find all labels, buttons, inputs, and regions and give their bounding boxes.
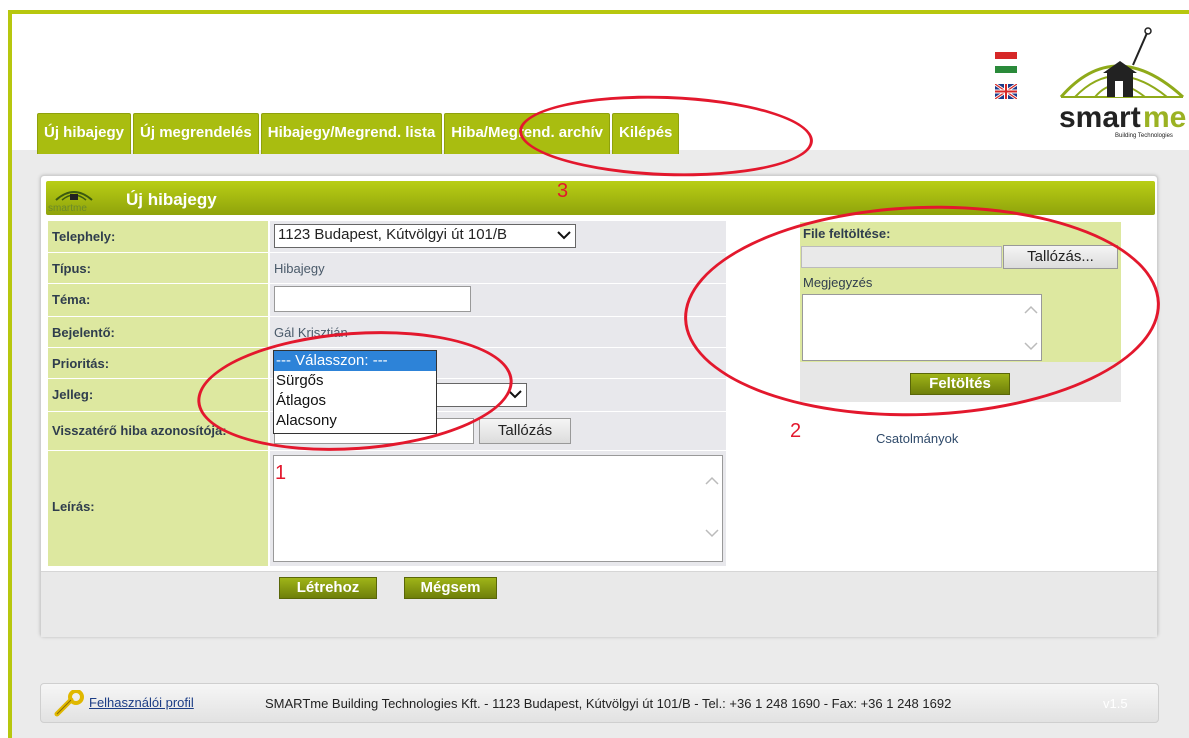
file-row: Tallózás... — [800, 244, 1121, 270]
svg-text:Building Technologies: Building Technologies — [1115, 133, 1173, 139]
attachments-link[interactable]: Csatolmányok — [876, 431, 958, 446]
visszatero-browse-button[interactable]: Tallózás — [479, 418, 571, 444]
upload-label: File feltöltése: — [800, 222, 1121, 244]
create-button[interactable]: Létrehoz — [279, 577, 377, 599]
footer: Felhasználói profil SMARTme Building Tec… — [40, 683, 1159, 723]
cancel-button[interactable]: Mégsem — [404, 577, 497, 599]
annotation-number-3: 3 — [557, 180, 569, 202]
annotation-number-1: 1 — [275, 462, 287, 484]
version-label: v1.5 — [1103, 696, 1128, 711]
telephely-select[interactable]: 1123 Budapest, Kútvölgyi út 101/B — [274, 224, 576, 248]
tema-cell — [270, 284, 726, 316]
jelleg-label: Jelleg: — [48, 379, 268, 411]
tab-ticket-list[interactable]: Hibajegy/Megrend. lista — [260, 113, 443, 154]
telephely-select-value: 1123 Budapest, Kútvölgyi út 101/B — [278, 226, 508, 243]
note-textarea[interactable] — [802, 294, 1042, 361]
row-bejelento: Bejelentő: Gál Krisztián — [48, 317, 726, 347]
prioritas-dropdown[interactable]: --- Válasszon: --- Sürgős Átlagos Alacso… — [273, 350, 437, 434]
smartme-logo: smart me Building Technologies — [1059, 27, 1186, 139]
tipus-label: Típus: — [48, 253, 268, 283]
annotation-number-2: 2 — [790, 420, 802, 442]
svg-text:me: me — [1143, 101, 1186, 134]
panel-bottom-bar — [41, 571, 1157, 637]
tipus-cell: Hibajegy — [270, 253, 726, 283]
priority-option-placeholder[interactable]: --- Válasszon: --- — [274, 351, 436, 371]
bejelento-value: Gál Krisztián — [274, 325, 348, 340]
tab-archive[interactable]: Hiba/Megrend. archív — [444, 113, 611, 154]
panel-title: Új hibajegy — [126, 190, 217, 209]
chevron-down-icon — [508, 385, 522, 407]
file-browse-button[interactable]: Tallózás... — [1003, 245, 1118, 269]
leiras-label: Leírás: — [48, 451, 268, 566]
svg-text:smart: smart — [1059, 101, 1141, 134]
wrench-icon — [54, 690, 84, 717]
priority-option-normal[interactable]: Átlagos — [274, 391, 436, 411]
note-area: Megjegyzés — [800, 270, 1121, 362]
file-path-input[interactable] — [801, 246, 1002, 268]
prioritas-label: Prioritás: — [48, 348, 268, 378]
priority-option-low[interactable]: Alacsony — [274, 411, 436, 431]
company-info: SMARTme Building Technologies Kft. - 112… — [265, 696, 952, 711]
tab-new-ticket[interactable]: Új hibajegy — [37, 113, 132, 154]
row-leiras: Leírás: — [48, 451, 726, 566]
chevron-down-icon — [557, 226, 571, 248]
row-tipus: Típus: Hibajegy — [48, 253, 726, 283]
telephely-cell: 1123 Budapest, Kútvölgyi út 101/B — [270, 221, 726, 252]
tipus-value: Hibajegy — [274, 261, 325, 276]
jelleg-select[interactable] — [430, 383, 527, 407]
tab-new-order[interactable]: Új megrendelés — [133, 113, 259, 154]
hungarian-flag-icon[interactable] — [995, 52, 1017, 73]
leiras-cell — [270, 451, 726, 566]
uk-flag-icon[interactable] — [995, 84, 1017, 99]
row-tema: Téma: — [48, 284, 726, 316]
upload-button[interactable]: Feltöltés — [910, 373, 1010, 395]
telephely-label: Telephely: — [48, 221, 268, 252]
tema-input[interactable] — [274, 286, 471, 312]
leiras-textarea[interactable] — [273, 455, 723, 562]
mini-logo-text: smartme — [48, 203, 87, 214]
row-telephely: Telephely: 1123 Budapest, Kútvölgyi út 1… — [48, 221, 726, 252]
priority-option-urgent[interactable]: Sürgős — [274, 371, 436, 391]
bejelento-label: Bejelentő: — [48, 317, 268, 347]
profile-link[interactable]: Felhasználói profil — [89, 695, 194, 710]
upload-section: File feltöltése: Tallózás... Megjegyzés … — [800, 222, 1121, 402]
panel-header: smartme Új hibajegy — [46, 181, 1155, 215]
scroll-arrows-icon — [1024, 305, 1038, 351]
note-label: Megjegyzés — [803, 275, 873, 290]
visszatero-label: Visszatérő hiba azonosítója: — [48, 412, 268, 450]
main-tabs: Új hibajegy Új megrendelés Hibajegy/Megr… — [37, 113, 680, 154]
bejelento-cell: Gál Krisztián — [270, 317, 726, 347]
scroll-arrows-icon — [705, 476, 719, 538]
tema-label: Téma: — [48, 284, 268, 316]
tab-logout[interactable]: Kilépés — [612, 113, 680, 154]
